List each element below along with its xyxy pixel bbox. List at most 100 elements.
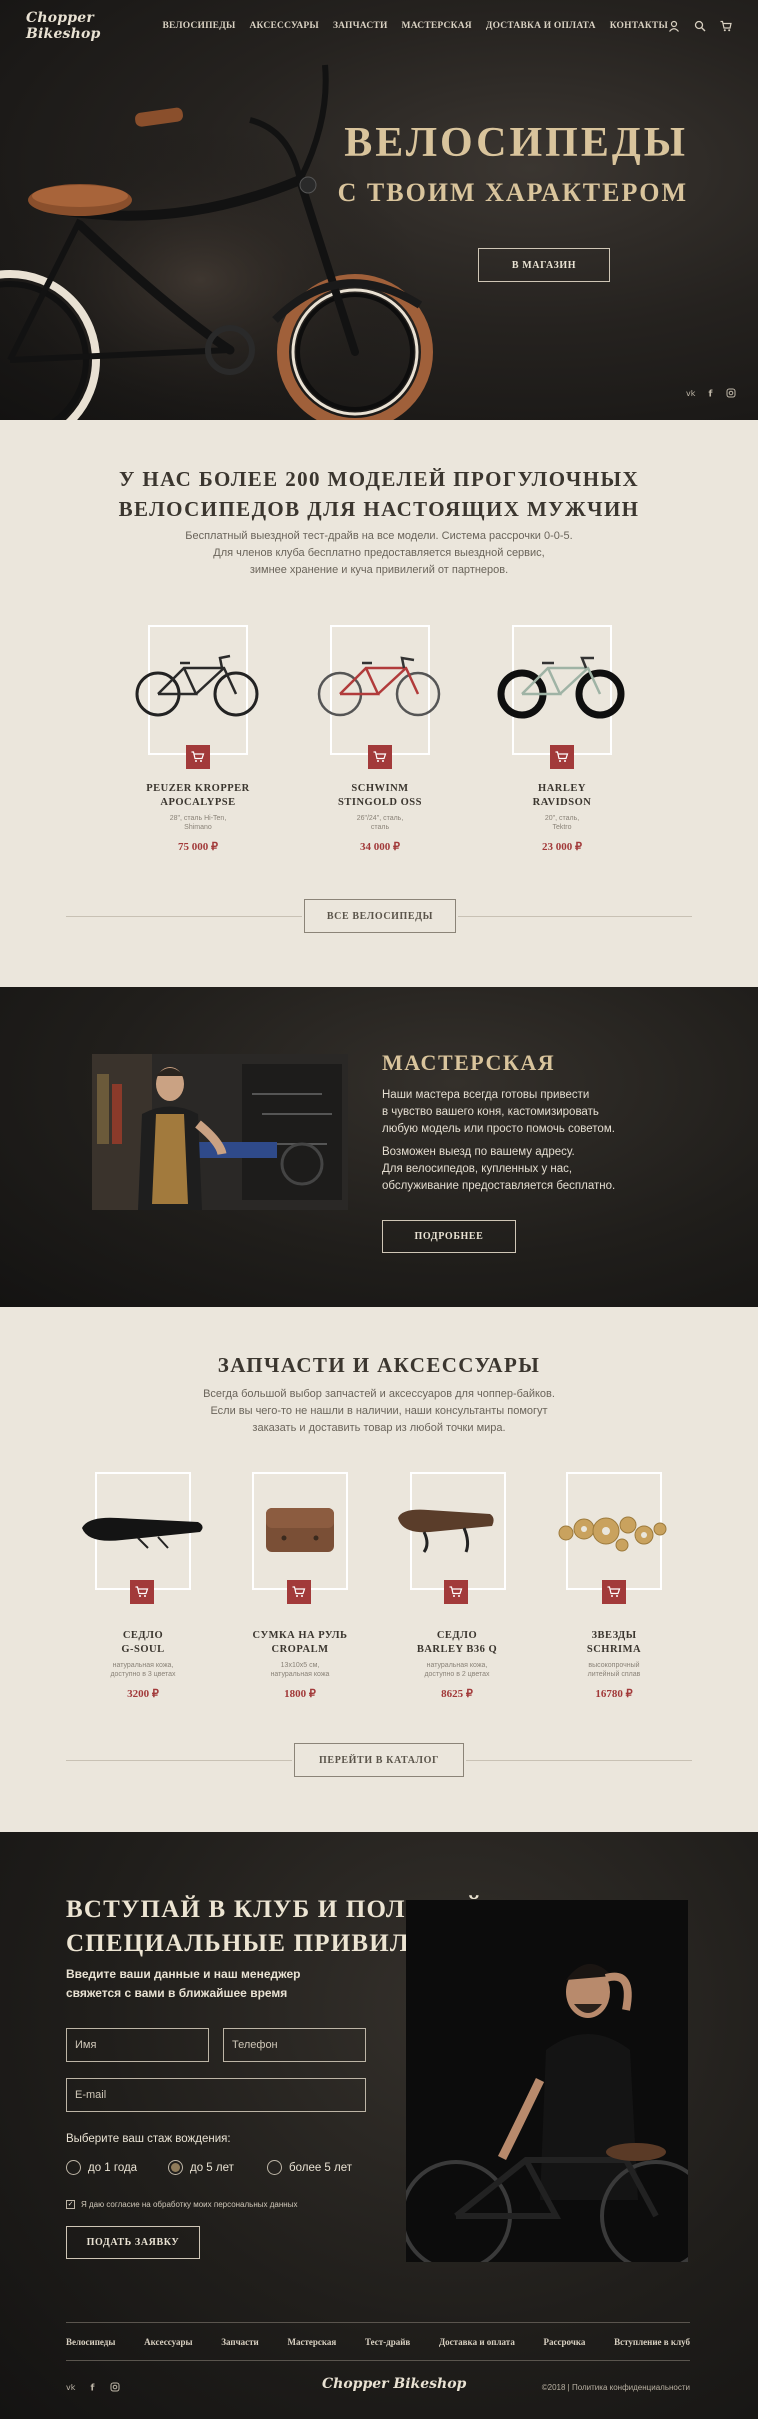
email-field[interactable]: E-mail [66, 2078, 366, 2112]
search-icon[interactable] [694, 20, 706, 32]
name-field[interactable]: Имя [66, 2028, 209, 2062]
add-to-cart-button[interactable] [602, 1580, 626, 1604]
product-price: 8625 ₽ [441, 1688, 473, 1700]
footer-logo[interactable]: Chopper Bikeshop [322, 2376, 466, 2392]
product-desc: натуральная кожа, [426, 1662, 488, 1669]
product-card[interactable]: СУМКА НА РУЛЬ CROPALM 13x10x5 см, натура… [235, 1629, 365, 1700]
footer-link-parts[interactable]: Запчасти [221, 2337, 259, 2347]
bikes-subtitle-line3: зимнее хранение и куча привилегий от пар… [249, 564, 509, 576]
phone-field[interactable]: Телефон [223, 2028, 366, 2062]
bikes-section: У НАС БОЛЕЕ 200 МОДЕЛЕЙ ПРОГУЛОЧНЫХ ВЕЛО… [0, 420, 758, 987]
product-name: СЕДЛО [436, 1630, 478, 1641]
footer-link-bikes[interactable]: Велосипеды [66, 2337, 115, 2347]
nav-item-parts[interactable]: ЗАПЧАСТИ [333, 21, 388, 31]
product-model: APOCALYPSE [160, 797, 236, 808]
svg-text:vk: vk [686, 389, 696, 398]
radio-dot[interactable] [66, 2160, 81, 2175]
product-model: RAVIDSON [532, 797, 592, 808]
nav-item-bikes[interactable]: ВЕЛОСИПЕДЫ [163, 21, 236, 31]
add-to-cart-button[interactable] [550, 745, 574, 769]
add-to-cart-button[interactable] [368, 745, 392, 769]
part-image-4[interactable] [552, 1507, 676, 1557]
add-to-cart-button[interactable] [444, 1580, 468, 1604]
submit-button[interactable]: ПОДАТЬ ЗАЯВКУ [66, 2226, 200, 2259]
workshop-more-button[interactable]: ПОДРОБНЕЕ [382, 1220, 516, 1253]
logo[interactable]: Chopper Bikeshop [26, 10, 153, 42]
shop-button[interactable]: В МАГАЗИН [478, 248, 610, 282]
product-name: ЗВЕЗДЫ [591, 1630, 637, 1641]
cart-icon[interactable] [720, 20, 732, 32]
product-name: PEUZER KROPPER [146, 783, 250, 794]
product-card[interactable]: СЕДЛО BARLEY B36 Q натуральная кожа, дос… [392, 1629, 522, 1700]
radio-dot[interactable] [267, 2160, 282, 2175]
cart-icon [555, 751, 569, 762]
radio-under-1-year[interactable]: до 1 года [66, 2160, 137, 2175]
footer-link-accessories[interactable]: Аксессуары [144, 2337, 192, 2347]
part-image-1[interactable] [78, 1510, 208, 1550]
footer-divider [66, 2360, 690, 2361]
club-subtitle: Введите ваши данные и наш менеджер свяже… [66, 1965, 301, 2003]
add-to-cart-button[interactable] [287, 1580, 311, 1604]
footer-link-test-drive[interactable]: Тест-драйв [365, 2337, 410, 2347]
vk-icon[interactable]: vk [66, 2382, 76, 2392]
cart-icon [191, 751, 205, 762]
bikes-title: У НАС БОЛЕЕ 200 МОДЕЛЕЙ ПРОГУЛОЧНЫХ ВЕЛО… [0, 464, 758, 524]
product-desc: 20", сталь, [544, 815, 580, 822]
nav-item-accessories[interactable]: АКСЕССУАРЫ [250, 21, 319, 31]
product-card[interactable]: PEUZER KROPPER APOCALYPSE 28", сталь Hi-… [128, 782, 268, 853]
divider [458, 916, 692, 917]
product-card[interactable]: СЕДЛО G-SOUL натуральная кожа, доступно … [78, 1629, 208, 1700]
radio-dot-selected[interactable] [168, 2160, 183, 2175]
parts-section: ЗАПЧАСТИ И АКСЕССУАРЫ Всегда большой выб… [0, 1307, 758, 1832]
product-desc: доступно в 2 цветах [424, 1671, 490, 1678]
part-image-3[interactable] [394, 1504, 498, 1556]
add-to-cart-button[interactable] [186, 745, 210, 769]
facebook-icon[interactable]: f [706, 388, 716, 399]
consent-checkbox[interactable]: ✓ Я даю согласие на обработку моих персо… [66, 2200, 297, 2209]
bike-image-1[interactable] [132, 648, 264, 720]
nav-item-contacts[interactable]: КОНТАКТЫ [610, 21, 668, 31]
facebook-icon[interactable]: f [88, 2382, 98, 2393]
nav-item-delivery[interactable]: ДОСТАВКА И ОПЛАТА [486, 21, 596, 31]
radio-over-5-years[interactable]: более 5 лет [267, 2160, 352, 2175]
bike-image-3[interactable] [496, 648, 628, 720]
nav-icons [668, 20, 732, 32]
instagram-icon[interactable] [726, 388, 736, 398]
product-desc: высокопрочный [588, 1662, 640, 1669]
product-model: CROPALM [271, 1644, 329, 1655]
svg-text:vk: vk [66, 2383, 76, 2392]
bikes-subtitle-line1: Бесплатный выездной тест-драйв на все мо… [185, 530, 573, 542]
radio-under-5-years[interactable]: до 5 лет [168, 2160, 234, 2175]
workshop-line: Наши мастера всегда готовы привести [382, 1089, 590, 1101]
product-model: BARLEY B36 Q [416, 1644, 498, 1655]
consent-label: Я даю согласие на обработку моих персона… [81, 2200, 298, 2209]
workshop-title: МАСТЕРСКАЯ [382, 1050, 556, 1075]
user-icon[interactable] [668, 20, 680, 32]
footer-link-installment[interactable]: Рассрочка [544, 2337, 586, 2347]
hero-bicycle-image [0, 64, 433, 420]
svg-text:f: f [91, 2384, 95, 2393]
instagram-icon[interactable] [110, 2382, 120, 2392]
footer-link-workshop[interactable]: Мастерская [287, 2337, 336, 2347]
parts-subtitle-line3: заказать и доставить товар из любой точк… [252, 1422, 506, 1434]
club-photo [406, 1900, 688, 2262]
bikes-title-line1: У НАС БОЛЕЕ 200 МОДЕЛЕЙ ПРОГУЛОЧНЫХ [118, 467, 640, 491]
bikes-title-line2: ВЕЛОСИПЕДОВ ДЛЯ НАСТОЯЩИХ МУЖЧИН [118, 497, 640, 521]
all-bikes-button[interactable]: ВСЕ ВЕЛОСИПЕДЫ [304, 899, 456, 933]
bike-image-2[interactable] [314, 648, 446, 720]
checkbox-icon[interactable]: ✓ [66, 2200, 75, 2209]
part-image-2[interactable] [262, 1502, 338, 1558]
product-card[interactable]: SCHWINM STINGOLD OSS 26"/24", сталь, ста… [310, 782, 450, 853]
nav-item-workshop[interactable]: МАСТЕРСКАЯ [402, 21, 472, 31]
product-card[interactable]: HARLEY RAVIDSON 20", сталь, Tektro 23 00… [492, 782, 632, 853]
vk-icon[interactable]: vk [686, 388, 696, 398]
footer-link-delivery[interactable]: Доставка и оплата [439, 2337, 515, 2347]
product-card[interactable]: ЗВЕЗДЫ SCHRIMA высокопрочный литейный сп… [549, 1629, 679, 1700]
add-to-cart-button[interactable] [130, 1580, 154, 1604]
catalog-button[interactable]: ПЕРЕЙТИ В КАТАЛОГ [294, 1743, 464, 1777]
product-desc: Shimano [184, 824, 212, 831]
product-desc: натуральная кожа, [112, 1662, 174, 1669]
footer-link-join-club[interactable]: Вступление в клуб [614, 2337, 690, 2347]
top-nav: Chopper Bikeshop ВЕЛОСИПЕДЫ АКСЕССУАРЫ З… [0, 0, 758, 52]
product-price: 16780 ₽ [595, 1688, 633, 1700]
